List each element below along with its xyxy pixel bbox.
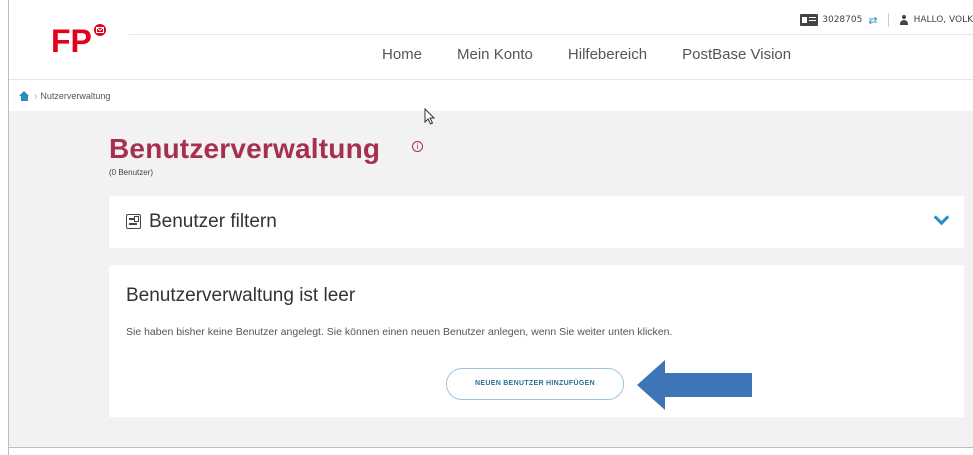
customer-number: 3028705	[822, 15, 863, 25]
info-icon[interactable]: i	[412, 141, 423, 152]
window-border-bottom	[8, 447, 973, 448]
chevron-down-icon[interactable]	[932, 210, 950, 228]
switch-account-icon[interactable]: ⇄	[868, 14, 877, 27]
left-arrow-annotation	[637, 360, 752, 410]
chevron-right-icon: ›	[34, 90, 38, 102]
user-icon	[899, 15, 909, 25]
nav-home[interactable]: Home	[382, 46, 422, 63]
user-count: (0 Benutzer)	[109, 168, 154, 177]
add-user-button[interactable]: NEUEN BENUTZER HINZUFÜGEN	[446, 368, 624, 400]
customer-card-icon	[800, 14, 819, 26]
filter-panel[interactable]: Benutzer filtern	[109, 196, 964, 248]
main-nav: Home Mein Konto Hilfebereich PostBase Vi…	[382, 46, 826, 63]
empty-state-title: Benutzerverwaltung ist leer	[126, 285, 356, 306]
nav-hilfebereich[interactable]: Hilfebereich	[568, 46, 647, 63]
account-bar: 3028705 ⇄ HALLO, VOLK	[800, 10, 973, 30]
mouse-cursor-icon	[424, 108, 436, 125]
user-greeting[interactable]: HALLO, VOLK	[914, 15, 973, 25]
empty-state-text: Sie haben bisher keine Benutzer angelegt…	[126, 326, 673, 338]
main-content: Benutzerverwaltung i (0 Benutzer) Benutz…	[9, 111, 973, 447]
breadcrumb: › Nutzerverwaltung	[9, 81, 973, 111]
filter-sliders-icon	[126, 214, 141, 229]
header-divider	[129, 34, 973, 35]
filter-title: Benutzer filtern	[149, 211, 277, 232]
nav-postbase-vision[interactable]: PostBase Vision	[682, 46, 791, 63]
logo-text: FP	[51, 23, 92, 58]
home-icon[interactable]	[19, 91, 30, 101]
breadcrumb-current: Nutzerverwaltung	[40, 91, 111, 101]
empty-state-panel: Benutzerverwaltung ist leer Sie haben bi…	[109, 265, 964, 417]
fp-logo[interactable]: FP	[51, 22, 131, 58]
page-title: Benutzerverwaltung	[109, 133, 381, 164]
divider	[887, 13, 889, 27]
nav-mein-konto[interactable]: Mein Konto	[457, 46, 533, 63]
site-header: FP 3028705 ⇄ HALLO, VOLK Home Mein Konto…	[9, 0, 973, 80]
